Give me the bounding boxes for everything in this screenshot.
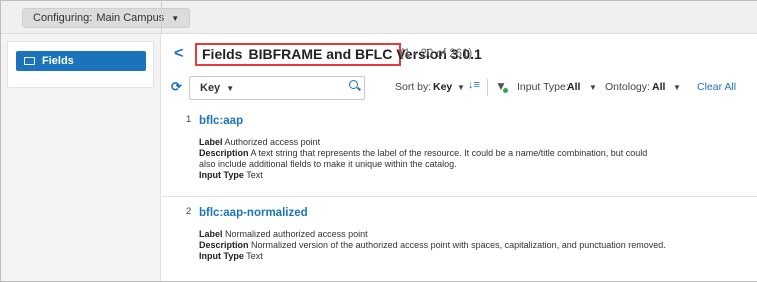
configuring-dropdown[interactable]: Configuring: Main Campus ▼ [22,8,191,28]
rectangle-icon [24,57,35,65]
description-caption: Description [199,148,249,158]
search-field-select[interactable]: Key ▼ [189,76,248,100]
toolbar: ⟳ Key ▼ Sort by: Key ▼ ↓≡ ▼ Input Type: … [162,74,757,102]
input-type-caption: Input Type [199,251,244,261]
menu-card: Fields [7,41,154,88]
page-title-prefix: Fields [202,46,243,62]
caret-down-icon: ▼ [226,83,235,93]
result-count: (1 - 20 of 261) [400,48,473,60]
filter-active-indicator [503,88,508,93]
list-item: 1 bflc:aap Label Authorized access point… [162,106,757,197]
field-description: Description Normalized version of the au… [199,240,666,251]
field-key-link[interactable]: bflc:aap [199,115,243,127]
input-type-select[interactable]: All [567,81,580,93]
field-label: Label Normalized authorized access point [199,229,368,240]
field-input-type: Input Type Text [199,251,263,262]
sidebar-item-label: Fields [42,55,74,67]
configuring-value: Main Campus [96,12,165,24]
input-type-value: Text [246,251,263,261]
divider [487,79,488,96]
caret-down-icon[interactable]: ▼ [457,83,465,92]
refresh-icon[interactable]: ⟳ [171,79,182,95]
ontology-select[interactable]: All [652,81,665,93]
description-value: A text string that represents the label … [250,148,648,158]
description-value: Normalized version of the authorized acc… [251,240,666,250]
label-caption: Label [199,137,223,147]
search-field-value: Key [200,82,221,94]
field-key-link[interactable]: bflc:aap-normalized [199,207,308,219]
description-caption: Description [199,240,249,250]
field-description-cont: also include additional fields to make i… [199,159,457,169]
sidebar-item-fields[interactable]: Fields [16,51,146,71]
clear-all-link[interactable]: Clear All [697,81,736,93]
caret-down-icon[interactable]: ▼ [589,83,597,92]
label-caption: Label [199,229,223,239]
main-content: < Fields BIBFRAME and BFLC Version 3.0.1 … [162,34,757,281]
top-bar: Configuring: Main Campus ▼ [1,1,757,34]
input-type-value: Text [246,170,263,180]
input-type-label: Input Type: [517,81,569,93]
label-value: Authorized access point [224,137,321,147]
row-number: 2 [186,206,192,217]
sort-by-label: Sort by: [395,81,432,93]
field-input-type: Input Type Text [199,170,263,181]
back-chevron-icon[interactable]: < [174,45,183,63]
sort-by-select[interactable]: Key [433,81,452,93]
search-input[interactable] [247,76,365,100]
list-item: 2 bflc:aap-normalized Label Normalized a… [162,198,757,281]
divider [161,1,162,34]
search-icon[interactable] [349,80,358,89]
configuring-label: Configuring: [33,12,93,24]
ontology-label: Ontology: [605,81,650,93]
caret-down-icon[interactable]: ▼ [673,83,681,92]
field-label: Label Authorized access point [199,137,320,148]
label-value: Normalized authorized access point [225,229,368,239]
caret-down-icon: ▼ [171,13,180,23]
left-nav-pane: Fields [1,34,161,281]
input-type-caption: Input Type [199,170,244,180]
sort-direction-icon[interactable]: ↓≡ [468,79,480,91]
row-number: 1 [186,114,192,125]
field-description: Description A text string that represent… [199,148,647,159]
title-row: < Fields BIBFRAME and BFLC Version 3.0.1 … [162,34,757,74]
